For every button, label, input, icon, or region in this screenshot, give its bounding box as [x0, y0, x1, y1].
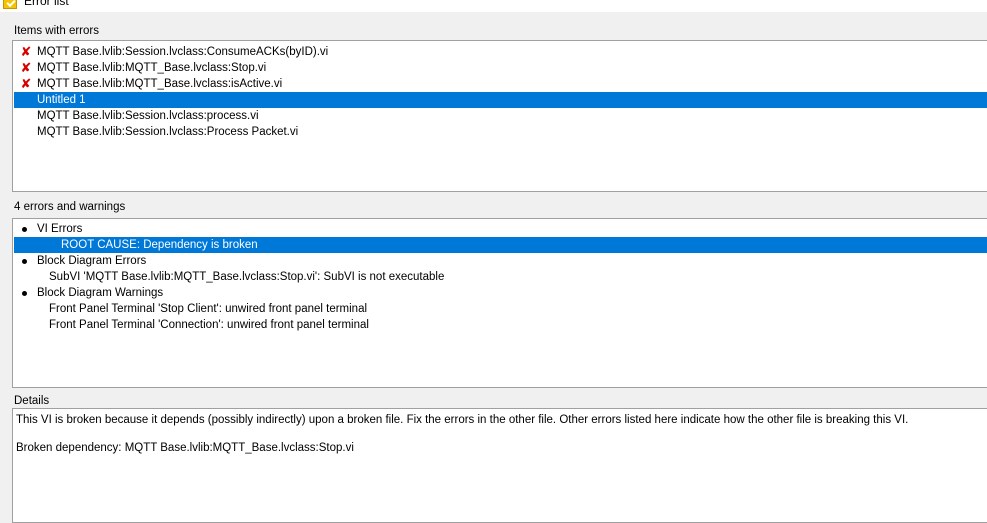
details-section-label: Details: [14, 395, 50, 407]
error-item-label: Untitled 1: [37, 94, 86, 106]
error-item-row[interactable]: Untitled 1: [14, 92, 987, 108]
errors-and-warnings-list[interactable]: VI Errors ROOT CAUSE: Dependency is broke…: [12, 218, 987, 388]
error-item-label: MQTT Base.lvlib:Session.lvclass:ConsumeA…: [37, 46, 329, 58]
error-item-row[interactable]: ✘ MQTT Base.lvlib:MQTT_Base.lvclass:isAct…: [14, 76, 987, 92]
window-title: Error list: [24, 0, 69, 8]
error-category-row[interactable]: Block Diagram Warnings: [14, 285, 987, 301]
x-mark-icon: ✘: [20, 44, 32, 59]
error-category-label: Block Diagram Warnings: [37, 287, 164, 299]
errors-section-label: 4 errors and warnings: [14, 201, 126, 213]
error-item-row[interactable]: ✘ MQTT Base.lvlib:MQTT_Base.lvclass:Stop.…: [14, 60, 987, 76]
window-titlebar: Error list: [0, 0, 987, 12]
error-item-label: MQTT Base.lvlib:MQTT_Base.lvclass:isActi…: [37, 78, 283, 90]
error-item-row[interactable]: ✘ MQTT Base.lvlib:Session.lvclass:Consume…: [14, 44, 987, 60]
error-detail-row[interactable]: SubVI 'MQTT Base.lvlib:MQTT_Base.lvclass…: [14, 269, 987, 285]
details-textbox[interactable]: This VI is broken because it depends (po…: [12, 408, 987, 523]
error-category-label: VI Errors: [37, 223, 83, 235]
error-item-label: MQTT Base.lvlib:Session.lvclass:process.…: [37, 110, 259, 122]
bullet-icon: [22, 259, 27, 264]
error-detail-row[interactable]: ROOT CAUSE: Dependency is broken: [14, 237, 987, 253]
x-mark-icon: ✘: [20, 60, 32, 75]
error-item-label: MQTT Base.lvlib:MQTT_Base.lvclass:Stop.v…: [37, 62, 267, 74]
error-detail-label: Front Panel Terminal 'Connection': unwir…: [49, 319, 369, 331]
x-mark-icon: ✘: [20, 76, 32, 91]
error-category-row[interactable]: Block Diagram Errors: [14, 253, 987, 269]
items-with-errors-list[interactable]: ✘ MQTT Base.lvlib:Session.lvclass:Consume…: [12, 40, 987, 192]
error-detail-label: SubVI 'MQTT Base.lvlib:MQTT_Base.lvclass…: [49, 271, 445, 283]
bullet-icon: [22, 227, 27, 232]
warning-icon: [3, 0, 17, 9]
error-detail-label: Front Panel Terminal 'Stop Client': unwi…: [49, 303, 368, 315]
error-detail-row[interactable]: Front Panel Terminal 'Stop Client': unwi…: [14, 301, 987, 317]
items-section-label: Items with errors: [14, 25, 99, 37]
error-detail-label: ROOT CAUSE: Dependency is broken: [61, 239, 258, 251]
error-item-row[interactable]: MQTT Base.lvlib:Session.lvclass:process.…: [14, 108, 987, 124]
bullet-icon: [22, 291, 27, 296]
error-item-label: MQTT Base.lvlib:Session.lvclass:Process …: [37, 126, 299, 138]
error-category-label: Block Diagram Errors: [37, 255, 147, 267]
error-detail-row[interactable]: Front Panel Terminal 'Connection': unwir…: [14, 317, 987, 333]
error-item-row[interactable]: MQTT Base.lvlib:Session.lvclass:Process …: [14, 124, 987, 140]
error-category-row[interactable]: VI Errors: [14, 221, 987, 237]
details-text: This VI is broken because it depends (po…: [16, 414, 909, 454]
